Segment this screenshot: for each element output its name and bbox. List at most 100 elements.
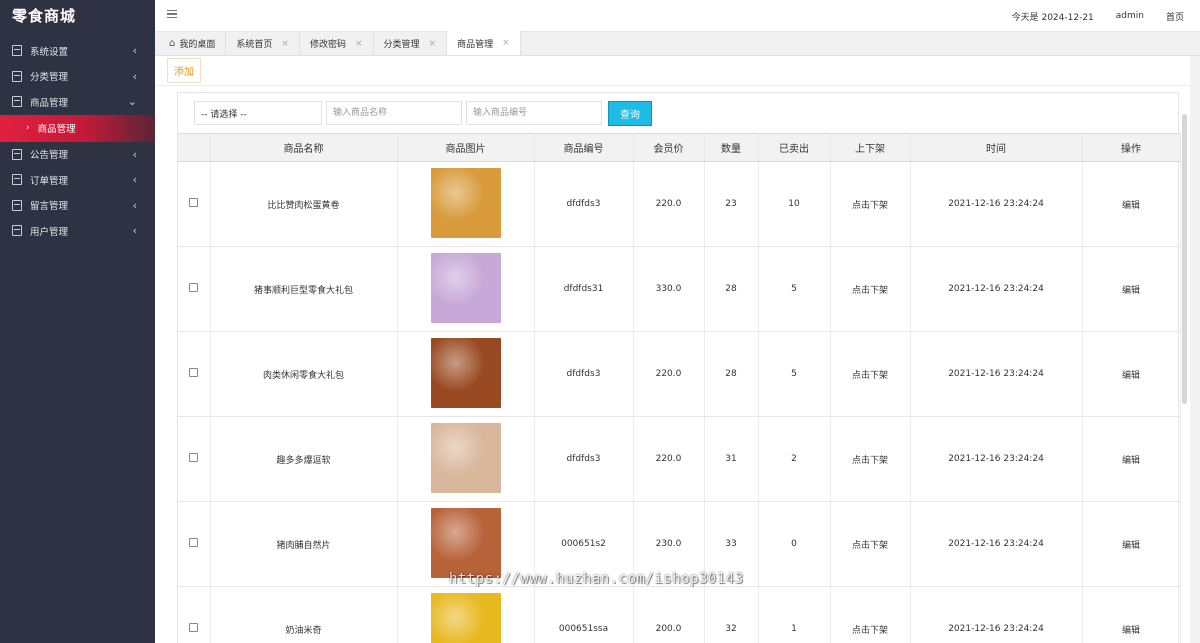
app-logo: 零食商城 xyxy=(12,7,77,25)
tab-my-desktop[interactable]: ⌂ 我的桌面 xyxy=(159,32,227,55)
main-content: 添加 -- 请选择 -- 查询 商品名称 商品图片 商品编号 会员价 xyxy=(155,56,1190,643)
table-body: 比比赞肉松蛋黄卷 dfdfds3 220.0 23 10 点击下架 2021-1… xyxy=(178,161,1181,643)
quantity: 28 xyxy=(704,331,759,417)
tab-label: 修改密码 xyxy=(309,40,346,50)
created-time: 2021-12-16 23:24:24 xyxy=(910,586,1083,643)
home-link[interactable]: 首页 xyxy=(1166,10,1184,23)
toolbar: 添加 xyxy=(155,56,1190,86)
table-row: 猪事顺利巨型零食大礼包 dfdfds31 330.0 28 5 点击下架 202… xyxy=(178,246,1181,332)
table-row: 猪肉脯自然片 000651s2 230.0 33 0 点击下架 2021-12-… xyxy=(178,501,1181,587)
edit-link[interactable]: 编辑 xyxy=(1122,201,1140,211)
product-image xyxy=(430,167,501,238)
sidebar-menu: 系统设置 ‹ 分类管理 ‹ 商品管理 ⌄ › 商品管理 公告管理 ‹ 订单管理 … xyxy=(0,38,155,244)
row-checkbox[interactable] xyxy=(189,368,199,377)
shelf-toggle-link[interactable]: 点击下架 xyxy=(852,626,888,636)
quantity: 33 xyxy=(704,501,759,587)
edit-link[interactable]: 编辑 xyxy=(1122,286,1140,296)
member-price: 200.0 xyxy=(633,586,705,643)
chevron-left-icon: ‹ xyxy=(132,173,137,187)
shelf-toggle-link[interactable]: 点击下架 xyxy=(852,201,888,211)
member-price: 220.0 xyxy=(633,161,705,247)
shelf-toggle-link[interactable]: 点击下架 xyxy=(852,456,888,466)
sold-count: 5 xyxy=(758,246,831,332)
row-checkbox[interactable] xyxy=(189,623,199,632)
document-icon xyxy=(12,174,22,186)
quantity: 32 xyxy=(704,586,759,643)
sidebar-item-announcements[interactable]: 公告管理 ‹ xyxy=(0,142,155,168)
category-select[interactable]: -- 请选择 -- xyxy=(194,101,322,125)
edit-link[interactable]: 编辑 xyxy=(1122,626,1140,636)
header-sold: 已卖出 xyxy=(758,133,831,162)
created-time: 2021-12-16 23:24:24 xyxy=(910,331,1083,417)
sidebar-subitem-products[interactable]: › 商品管理 xyxy=(0,114,155,142)
sidebar-item-system-settings[interactable]: 系统设置 ‹ xyxy=(0,38,155,64)
edit-link[interactable]: 编辑 xyxy=(1122,456,1140,466)
chevron-left-icon: ‹ xyxy=(132,224,137,238)
sold-count: 1 xyxy=(758,586,831,643)
sidebar-item-messages[interactable]: 留言管理 ‹ xyxy=(0,193,155,219)
row-checkbox[interactable] xyxy=(189,453,199,462)
product-image xyxy=(430,592,501,643)
header-right: 今天是 2024-12-21 admin 首页 xyxy=(990,0,1184,32)
sold-count: 0 xyxy=(758,501,831,587)
header-shelf-status: 上下架 xyxy=(830,133,911,162)
sidebar-item-users[interactable]: 用户管理 ‹ xyxy=(0,218,155,244)
home-icon: ⌂ xyxy=(169,38,176,49)
sidebar-item-products[interactable]: 商品管理 ⌄ xyxy=(0,89,155,115)
close-icon[interactable]: × xyxy=(355,39,363,49)
edit-link[interactable]: 编辑 xyxy=(1122,371,1140,381)
tab-change-password[interactable]: 修改密码 × xyxy=(300,32,374,55)
header-time: 时间 xyxy=(910,133,1083,162)
sidebar-item-category[interactable]: 分类管理 ‹ xyxy=(0,64,155,90)
product-image xyxy=(430,252,501,323)
shelf-toggle-link[interactable]: 点击下架 xyxy=(852,541,888,551)
shelf-toggle-link[interactable]: 点击下架 xyxy=(852,286,888,296)
user-menu[interactable]: admin xyxy=(1116,11,1144,21)
product-name: 奶油米奇 xyxy=(210,586,398,643)
chevron-left-icon: ‹ xyxy=(132,147,137,161)
close-icon[interactable]: × xyxy=(281,39,289,49)
sidebar-item-orders[interactable]: 订单管理 ‹ xyxy=(0,167,155,193)
sidebar-item-label: 商品管理 xyxy=(30,97,69,109)
created-time: 2021-12-16 23:24:24 xyxy=(910,161,1083,247)
product-code-input[interactable] xyxy=(466,101,602,125)
shelf-toggle-link[interactable]: 点击下架 xyxy=(852,371,888,381)
table-row: 趣多多爆逗软 dfdfds3 220.0 31 2 点击下架 2021-12-1… xyxy=(178,416,1181,502)
chevron-left-icon: ‹ xyxy=(132,69,137,83)
tab-products[interactable]: 商品管理 × xyxy=(447,31,521,55)
close-icon[interactable]: × xyxy=(502,38,510,48)
row-checkbox[interactable] xyxy=(189,538,199,547)
product-name: 猪事顺利巨型零食大礼包 xyxy=(210,246,398,332)
sold-count: 5 xyxy=(758,331,831,417)
row-checkbox[interactable] xyxy=(189,198,199,207)
add-button[interactable]: 添加 xyxy=(167,58,201,83)
member-price: 220.0 xyxy=(633,331,705,417)
quantity: 23 xyxy=(704,161,759,247)
created-time: 2021-12-16 23:24:24 xyxy=(910,246,1083,332)
content-scrollbar[interactable] xyxy=(1182,114,1187,404)
date-label: 今天是 2024-12-21 xyxy=(1011,12,1094,23)
chevron-right-icon: › xyxy=(26,123,30,133)
sidebar-item-label: 订单管理 xyxy=(30,175,69,187)
product-name-input[interactable] xyxy=(326,101,462,125)
edit-link[interactable]: 编辑 xyxy=(1122,541,1140,551)
member-price: 330.0 xyxy=(633,246,705,332)
chevron-left-icon: ‹ xyxy=(132,198,137,212)
search-bar: -- 请选择 -- 查询 xyxy=(178,93,1178,133)
close-icon[interactable]: × xyxy=(429,39,437,49)
tab-label: 商品管理 xyxy=(457,39,494,50)
header-product-image: 商品图片 xyxy=(397,133,535,162)
product-code: dfdfds3 xyxy=(534,416,634,502)
created-time: 2021-12-16 23:24:24 xyxy=(910,501,1083,587)
tab-category[interactable]: 分类管理 × xyxy=(374,32,448,55)
product-code: dfdfds3 xyxy=(534,161,634,247)
query-button[interactable]: 查询 xyxy=(608,100,652,126)
table-row: 奶油米奇 000651ssa 200.0 32 1 点击下架 2021-12-1… xyxy=(178,586,1181,643)
sidebar: 零食商城 系统设置 ‹ 分类管理 ‹ 商品管理 ⌄ › 商品管理 公告管理 ‹ … xyxy=(0,0,155,643)
product-name: 趣多多爆逗软 xyxy=(210,416,398,502)
product-code: 000651ssa xyxy=(534,586,634,643)
row-checkbox[interactable] xyxy=(189,283,199,292)
tab-system-home[interactable]: 系统首页 × xyxy=(226,32,300,55)
document-icon xyxy=(12,96,22,108)
menu-toggle-icon[interactable] xyxy=(167,10,177,18)
